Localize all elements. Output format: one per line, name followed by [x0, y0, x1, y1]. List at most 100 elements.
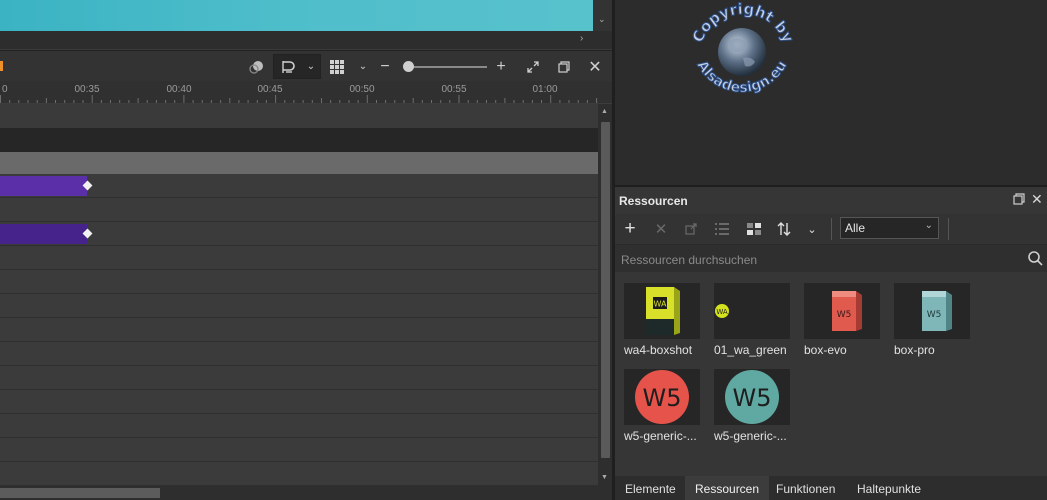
track-row[interactable]: [0, 222, 598, 246]
track-row[interactable]: [0, 438, 598, 462]
svg-text:W5: W5: [837, 310, 852, 320]
ruler-label: 00:35: [74, 84, 100, 95]
track-row[interactable]: [0, 270, 598, 294]
scroll-up-arrow-icon[interactable]: ▲: [601, 108, 608, 115]
zoom-in-icon[interactable]: +: [494, 51, 508, 82]
close-icon[interactable]: ✕: [1031, 191, 1043, 208]
timeline-horizontal-scrollbar[interactable]: [0, 486, 612, 500]
tab-funktionen[interactable]: Funktionen: [766, 476, 845, 500]
svg-text:W5: W5: [643, 384, 682, 412]
track-row[interactable]: [0, 246, 598, 270]
timeline-vertical-scrollbar[interactable]: ▲ ▼: [598, 104, 612, 486]
stage-preview: [0, 0, 593, 31]
timeline-ruler[interactable]: 0 00:35 00:40 00:45 00:50 00:55 01:00: [0, 81, 612, 104]
box-evo-image: W5: [804, 283, 880, 339]
timeline-toolbar: ⌄ ⌄ − + ✕: [0, 50, 612, 81]
ruler-ticks: [0, 95, 598, 103]
resource-label: wa4-boxshot: [624, 343, 693, 357]
preview-vertical-scrollbar[interactable]: ⌄: [593, 0, 612, 31]
ruler-label: 00:55: [441, 84, 467, 95]
preview-horizontal-scrollbar[interactable]: ›: [0, 31, 612, 49]
timeline-panel: ⌄ › ⌄ ⌄ − + ✕ 0 00:35 00:40 00:45 00:50 …: [0, 0, 612, 500]
ruler-label: 01:00: [532, 84, 558, 95]
resources-search[interactable]: Ressourcen durchsuchen: [615, 244, 1047, 272]
resource-label: box-evo: [804, 343, 847, 357]
timeline-tracks: [0, 104, 598, 486]
track-row[interactable]: [0, 414, 598, 438]
resources-toolbar: + ✕ ⌄ Alle ⌄: [615, 214, 1047, 244]
search-icon[interactable]: [1028, 251, 1043, 269]
track-row[interactable]: [0, 342, 598, 366]
svg-text:WA: WA: [654, 300, 667, 309]
animation-clip[interactable]: [0, 176, 87, 196]
restore-window-icon[interactable]: [1013, 193, 1025, 208]
track-row[interactable]: [0, 128, 598, 152]
chevron-right-icon[interactable]: ›: [580, 33, 583, 44]
tab-haltepunkte[interactable]: Haltepunkte: [847, 476, 931, 500]
svg-text:WA: WA: [716, 308, 728, 316]
track-row[interactable]: [0, 174, 598, 198]
sort-icon[interactable]: [773, 217, 795, 241]
restore-window-icon[interactable]: [555, 51, 573, 82]
resource-item[interactable]: W5 box-pro: [894, 283, 980, 365]
search-input[interactable]: Ressourcen durchsuchen: [621, 253, 757, 267]
track-row[interactable]: [0, 462, 598, 486]
properties-panel: [615, 0, 1047, 185]
list-view-icon[interactable]: [711, 217, 733, 241]
fit-zoom-icon[interactable]: [524, 51, 542, 82]
zoom-slider-track[interactable]: [405, 66, 487, 68]
panel-header: Ressourcen ✕: [615, 187, 1047, 214]
copyright-watermark: Copyright by Alsadesign.eu: [688, 0, 798, 97]
chevron-down-icon[interactable]: ⌄: [801, 217, 823, 241]
resource-item[interactable]: W5 w5-generic-...: [624, 369, 710, 451]
resource-item[interactable]: WA 01_wa_green: [714, 283, 800, 365]
track-row[interactable]: [0, 318, 598, 342]
scrollbar-thumb[interactable]: [0, 488, 160, 498]
ruler-label: 00:40: [166, 84, 192, 95]
track-row[interactable]: [0, 104, 598, 128]
magnet-snap-icon: [278, 55, 298, 78]
resource-label: w5-generic-...: [624, 429, 697, 443]
resource-label: box-pro: [894, 343, 935, 357]
onion-skin-icon[interactable]: [246, 51, 268, 82]
w5-red-logo-image: W5: [624, 369, 700, 425]
chevron-down-icon: ⌄: [924, 220, 933, 231]
resource-item[interactable]: W5 w5-generic-...: [714, 369, 800, 451]
bottom-tab-bar: Elemente Ressourcen Funktionen Haltepunk…: [615, 476, 1047, 500]
tab-elemente[interactable]: Elemente: [615, 476, 686, 500]
wa4-boxshot-image: WA: [624, 283, 700, 339]
chevron-down-icon: ⌄: [306, 61, 316, 72]
chevron-down-icon[interactable]: ⌄: [598, 14, 606, 25]
zoom-out-icon[interactable]: −: [378, 51, 392, 82]
track-row[interactable]: [0, 294, 598, 318]
tab-ressourcen[interactable]: Ressourcen: [685, 476, 770, 500]
scrollbar-thumb[interactable]: [601, 122, 610, 458]
track-row[interactable]: [0, 198, 598, 222]
grid-view-icon[interactable]: [743, 217, 765, 241]
globe-icon: [718, 28, 766, 76]
filter-select-value: Alle: [845, 221, 866, 235]
filter-select[interactable]: Alle ⌄: [840, 217, 939, 239]
track-row[interactable]: [0, 366, 598, 390]
snap-dropdown[interactable]: ⌄: [273, 54, 321, 79]
track-row[interactable]: [0, 390, 598, 414]
add-icon[interactable]: +: [619, 217, 641, 241]
box-pro-image: W5: [894, 283, 970, 339]
wa-green-logo-image: WA: [714, 283, 790, 339]
svg-text:W5: W5: [733, 384, 772, 412]
edit-external-icon[interactable]: [680, 217, 702, 241]
resource-item[interactable]: WA wa4-boxshot: [624, 283, 710, 365]
ruler-label: 00:45: [257, 84, 283, 95]
ruler-label: 0: [2, 84, 8, 95]
chevron-down-icon[interactable]: ⌄: [355, 51, 371, 82]
zoom-slider-thumb[interactable]: [403, 61, 414, 72]
delete-icon[interactable]: ✕: [650, 217, 672, 241]
grid-icon[interactable]: [327, 51, 347, 82]
resource-item[interactable]: W5 box-evo: [804, 283, 890, 365]
animation-clip[interactable]: [0, 224, 87, 244]
track-row-selected[interactable]: [0, 152, 598, 174]
scroll-down-arrow-icon[interactable]: ▼: [601, 474, 608, 481]
close-icon[interactable]: ✕: [586, 51, 604, 82]
toolbar-divider: [831, 218, 832, 240]
playhead-marker: [0, 61, 3, 71]
